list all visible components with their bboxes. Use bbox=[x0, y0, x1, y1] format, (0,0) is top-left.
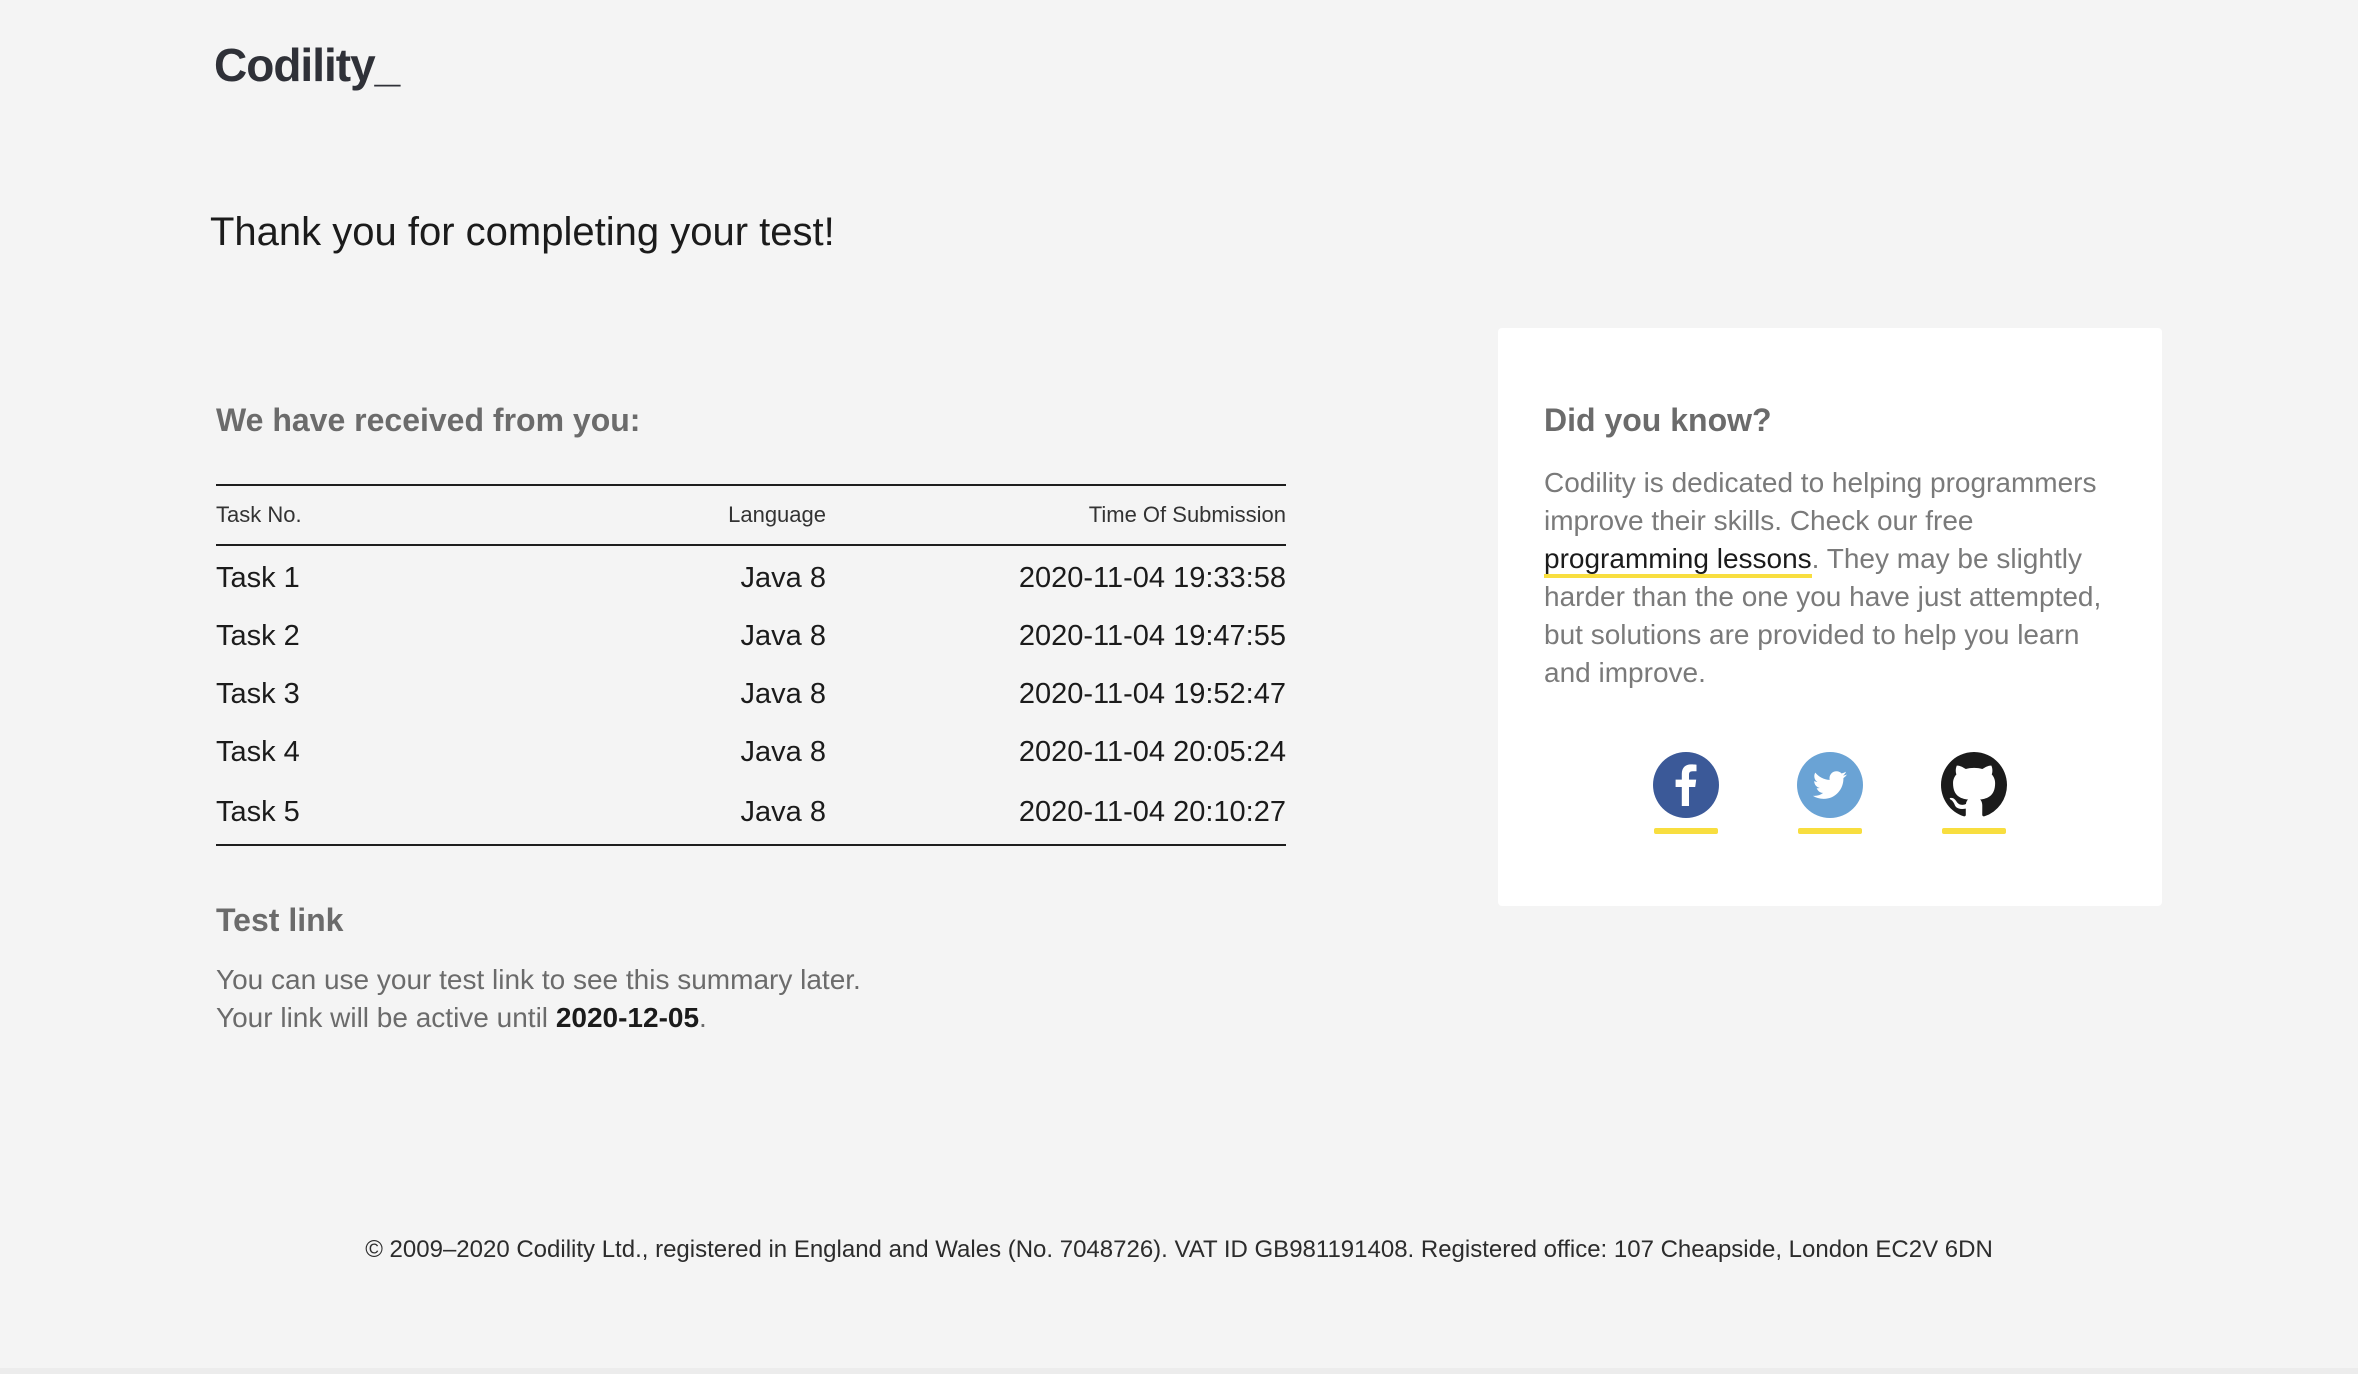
task-cell: Task 1 bbox=[216, 562, 300, 595]
did-you-know-text-before: Codility is dedicated to helping program… bbox=[1544, 466, 2097, 536]
test-link-section: Test link You can use your test link to … bbox=[216, 900, 1286, 1038]
submissions-table: Task No. Language Time Of Submission Tas… bbox=[216, 483, 1286, 846]
twitter-icon bbox=[1797, 751, 1863, 818]
table-row: Task 5 Java 8 2020-11-04 20:10:27 bbox=[216, 782, 1286, 845]
test-link-heading: Test link bbox=[216, 901, 344, 938]
codility-logo[interactable]: Codility_ bbox=[214, 38, 400, 92]
language-cell: Java 8 bbox=[740, 736, 826, 769]
test-link-line-2-suffix: . bbox=[699, 1002, 707, 1034]
twitter-link[interactable] bbox=[1797, 751, 1863, 834]
column-header-task: Task No. bbox=[216, 484, 636, 546]
time-cell: 2020-11-04 20:05:24 bbox=[1018, 736, 1286, 769]
social-links bbox=[1544, 751, 2116, 834]
github-icon bbox=[1941, 751, 2007, 816]
language-cell: Java 8 bbox=[740, 796, 826, 829]
language-cell: Java 8 bbox=[740, 620, 826, 653]
table-row: Task 4 Java 8 2020-11-04 20:05:24 bbox=[216, 724, 1286, 782]
column-header-time: Time Of Submission bbox=[826, 484, 1286, 546]
page-title: Thank you for completing your test! bbox=[210, 210, 835, 254]
submission-summary: We have received from you: Task No. Lang… bbox=[216, 400, 1286, 1037]
language-cell: Java 8 bbox=[740, 678, 826, 711]
did-you-know-text: Codility is dedicated to helping program… bbox=[1544, 464, 2116, 692]
twitter-underline bbox=[1798, 827, 1862, 834]
task-cell: Task 5 bbox=[216, 796, 300, 829]
test-link-line-2-prefix: Your link will be active until bbox=[216, 1002, 556, 1034]
table-row: Task 1 Java 8 2020-11-04 19:33:58 bbox=[216, 545, 1286, 608]
github-link[interactable] bbox=[1941, 751, 2007, 834]
facebook-link[interactable] bbox=[1653, 751, 1719, 834]
facebook-icon bbox=[1653, 751, 1719, 818]
time-cell: 2020-11-04 20:10:27 bbox=[1018, 796, 1286, 829]
table-header-row: Task No. Language Time Of Submission bbox=[216, 484, 1286, 546]
time-cell: 2020-11-04 19:52:47 bbox=[1018, 678, 1286, 711]
did-you-know-card: Did you know? Codility is dedicated to h… bbox=[1498, 328, 2162, 906]
github-underline bbox=[1942, 827, 2006, 834]
time-cell: 2020-11-04 19:47:55 bbox=[1018, 620, 1286, 653]
time-cell: 2020-11-04 19:33:58 bbox=[1018, 562, 1286, 595]
received-heading: We have received from you: bbox=[216, 402, 641, 438]
did-you-know-heading: Did you know? bbox=[1544, 402, 1772, 438]
task-cell: Task 3 bbox=[216, 678, 300, 711]
footer-copyright: © 2009–2020 Codility Ltd., registered in… bbox=[365, 1236, 1993, 1263]
language-cell: Java 8 bbox=[740, 562, 826, 595]
test-link-line-1: You can use your test link to see this s… bbox=[216, 964, 861, 996]
task-cell: Task 4 bbox=[216, 736, 300, 769]
table-row: Task 2 Java 8 2020-11-04 19:47:55 bbox=[216, 608, 1286, 666]
facebook-underline bbox=[1654, 827, 1718, 834]
test-link-description: You can use your test link to see this s… bbox=[216, 961, 1286, 1037]
programming-lessons-link[interactable]: programming lessons bbox=[1544, 542, 1812, 578]
link-expiry-date: 2020-12-05 bbox=[555, 1002, 700, 1034]
table-row: Task 3 Java 8 2020-11-04 19:52:47 bbox=[216, 666, 1286, 724]
task-cell: Task 2 bbox=[216, 620, 300, 653]
column-header-language: Language bbox=[636, 484, 826, 546]
bottom-divider bbox=[0, 1368, 2358, 1374]
